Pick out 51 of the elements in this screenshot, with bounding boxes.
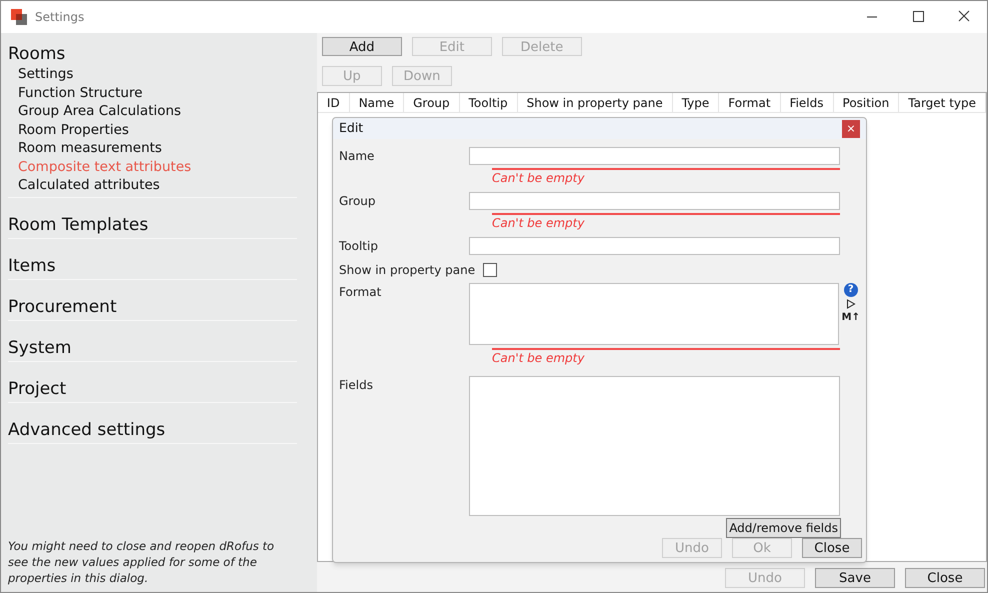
section-heading[interactable]: Advanced settings bbox=[8, 418, 297, 440]
window-title: Settings bbox=[35, 9, 84, 26]
column-header[interactable]: Group bbox=[404, 93, 460, 112]
sidebar-item[interactable]: Settings bbox=[8, 65, 297, 84]
field-label: Fields bbox=[339, 377, 374, 394]
button[interactable]: Close bbox=[802, 538, 862, 558]
field-label: Name bbox=[339, 148, 376, 165]
play-icon[interactable] bbox=[846, 299, 856, 309]
sidebar-item[interactable]: Function Structure bbox=[8, 84, 297, 102]
error-message: Can't be empty bbox=[492, 350, 586, 366]
markdown-icon[interactable]: M↑ bbox=[842, 311, 860, 325]
section-heading[interactable]: Room Templates bbox=[8, 214, 297, 236]
field-label: Format bbox=[339, 284, 382, 301]
close-button[interactable]: × bbox=[842, 120, 860, 138]
button[interactable]: Save bbox=[815, 568, 895, 588]
field-label: Group bbox=[339, 193, 377, 210]
column-header[interactable]: Format bbox=[719, 93, 781, 112]
sidebar-item[interactable]: Room Properties bbox=[8, 120, 297, 139]
checkbox[interactable] bbox=[483, 263, 498, 277]
sidebar-item[interactable]: Room measurements bbox=[8, 139, 297, 158]
info-note: You might need to close and reopen dRofus to see the new values applied for some of the properties in this dialog. bbox=[8, 538, 276, 586]
column-header[interactable]: Target type bbox=[899, 93, 986, 112]
column-header[interactable]: Fields bbox=[780, 93, 834, 112]
field-label: Tooltip bbox=[339, 238, 379, 255]
section-heading[interactable]: Rooms bbox=[8, 43, 297, 65]
column-header[interactable]: Tooltip bbox=[460, 93, 518, 112]
field-label: Show in property pane bbox=[339, 262, 476, 279]
column-header[interactable]: Type bbox=[672, 93, 720, 112]
section-heading[interactable]: Items bbox=[8, 254, 297, 276]
sidebar-item[interactable]: Group Area Calculations bbox=[8, 102, 297, 120]
section-heading[interactable]: Procurement bbox=[8, 296, 297, 318]
error-message: Can't be empty bbox=[492, 170, 586, 186]
error-message: Can't be empty bbox=[492, 215, 586, 231]
button[interactable]: Close bbox=[905, 568, 985, 588]
dialog-title: Edit bbox=[339, 119, 364, 138]
button[interactable]: Add bbox=[322, 37, 402, 56]
section-heading[interactable]: Project bbox=[8, 378, 297, 400]
text-field[interactable] bbox=[469, 192, 840, 210]
section-heading[interactable]: System bbox=[8, 336, 297, 358]
app-logo-icon bbox=[11, 9, 27, 25]
column-header[interactable]: Position bbox=[834, 93, 900, 112]
add-remove-fields-button[interactable]: Add/remove fields bbox=[726, 518, 841, 538]
fields-list[interactable] bbox=[469, 376, 840, 516]
text-field[interactable] bbox=[469, 147, 840, 165]
column-header[interactable]: Name bbox=[350, 93, 404, 112]
sidebar-item[interactable]: Calculated attributes bbox=[8, 176, 297, 194]
text-area[interactable] bbox=[469, 283, 839, 345]
text-field[interactable] bbox=[469, 237, 840, 255]
help-icon[interactable]: ? bbox=[844, 283, 858, 297]
column-header[interactable]: Show in property pane bbox=[518, 93, 673, 112]
column-header[interactable]: ID bbox=[318, 93, 350, 112]
